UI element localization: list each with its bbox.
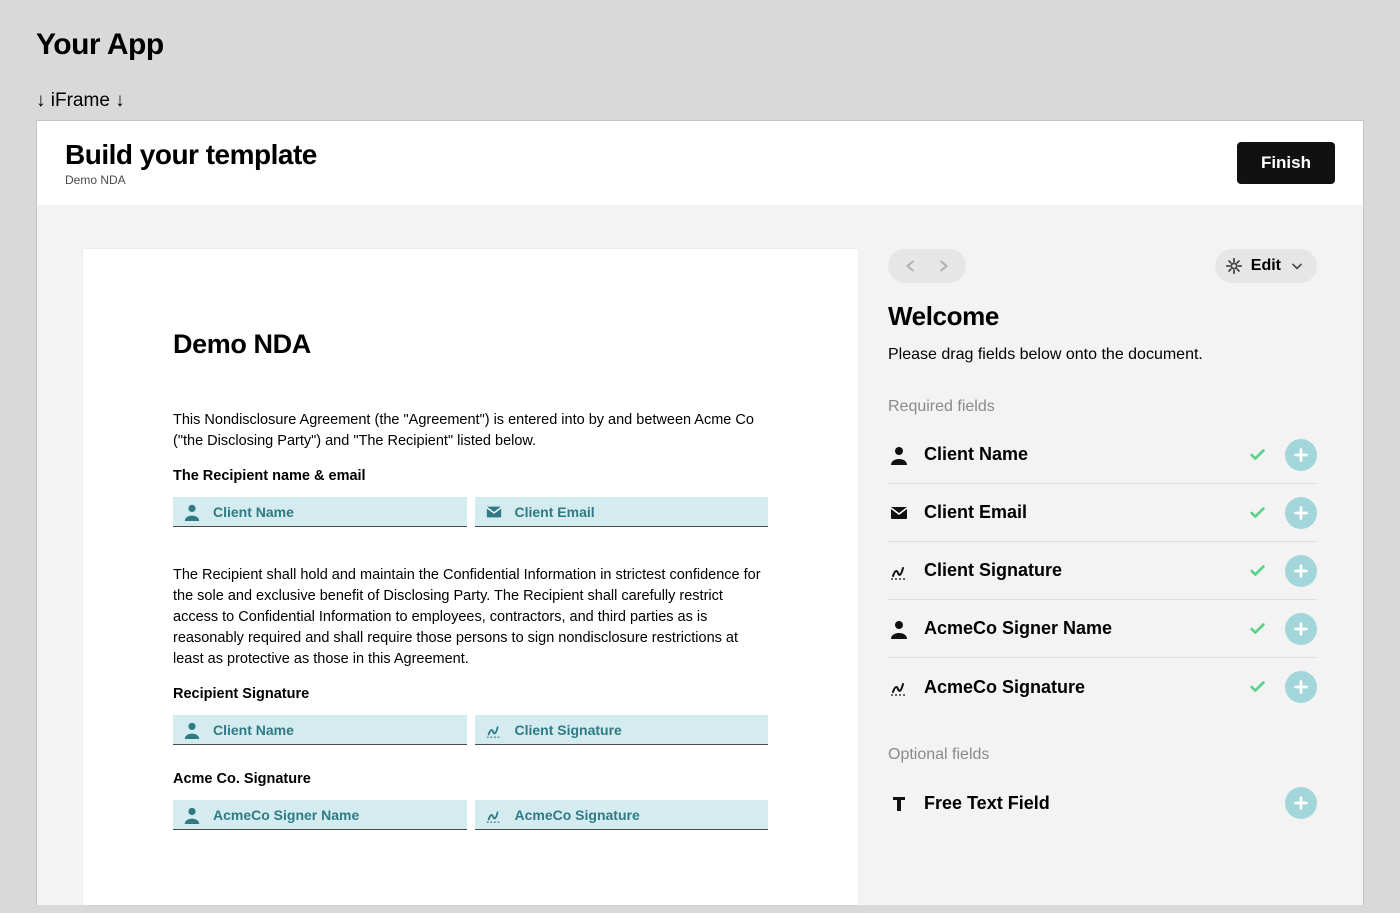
mail-icon xyxy=(485,503,503,521)
field-client-email[interactable]: Client Email xyxy=(475,497,769,527)
page-title: Build your template xyxy=(65,139,317,171)
field-item[interactable]: Client Name xyxy=(888,426,1317,484)
add-field-button[interactable] xyxy=(1285,555,1317,587)
person-icon xyxy=(183,721,201,739)
recipient-signature-label: Recipient Signature xyxy=(173,684,768,705)
field-name: AcmeCo Signer Name xyxy=(924,618,1235,639)
field-label: AcmeCo Signer Name xyxy=(213,807,359,823)
person-icon xyxy=(183,503,201,521)
field-name: Free Text Field xyxy=(924,793,1271,814)
person-icon xyxy=(183,806,201,824)
field-acme-signature[interactable]: AcmeCo Signature xyxy=(475,800,769,830)
person-icon xyxy=(888,445,910,465)
signature-icon xyxy=(888,561,910,581)
optional-fields-label: Optional fields xyxy=(888,746,1317,764)
recipient-label: The Recipient name & email xyxy=(173,466,768,487)
field-label: Client Name xyxy=(213,722,294,738)
acme-signature-label: Acme Co. Signature xyxy=(173,769,768,790)
undo-button[interactable] xyxy=(902,257,920,275)
optional-fields-list: Free Text Field xyxy=(888,774,1317,832)
field-client-name[interactable]: Client Name xyxy=(173,497,467,527)
check-icon xyxy=(1249,620,1267,638)
field-acme-name[interactable]: AcmeCo Signer Name xyxy=(173,800,467,830)
iframe-container: Build your template Demo NDA Finish Demo… xyxy=(36,120,1364,905)
field-name: Client Name xyxy=(924,444,1235,465)
add-field-button[interactable] xyxy=(1285,497,1317,529)
add-field-button[interactable] xyxy=(1285,671,1317,703)
iframe-label: ↓ iFrame ↓ xyxy=(36,90,1364,112)
chevron-down-icon xyxy=(1289,258,1305,274)
document-preview[interactable]: Demo NDA This Nondisclosure Agreement (t… xyxy=(83,249,858,905)
add-field-button[interactable] xyxy=(1285,439,1317,471)
person-icon xyxy=(888,619,910,639)
check-icon xyxy=(1249,504,1267,522)
signature-icon xyxy=(485,806,503,824)
sidebar-title: Welcome xyxy=(888,301,1317,332)
add-field-button[interactable] xyxy=(1285,787,1317,819)
undo-redo-group xyxy=(888,249,966,283)
document-intro: This Nondisclosure Agreement (the "Agree… xyxy=(173,410,768,452)
required-fields-list: Client Name Client Email Client Signature A… xyxy=(888,426,1317,716)
signature-icon xyxy=(888,677,910,697)
sidebar: Edit Welcome Please drag fields below on… xyxy=(888,249,1317,905)
field-item[interactable]: AcmeCo Signature xyxy=(888,658,1317,716)
workspace: Demo NDA This Nondisclosure Agreement (t… xyxy=(37,205,1363,905)
check-icon xyxy=(1249,678,1267,696)
text-icon xyxy=(888,793,910,813)
field-label: Client Signature xyxy=(515,722,622,738)
edit-dropdown[interactable]: Edit xyxy=(1215,249,1317,283)
check-icon xyxy=(1249,562,1267,580)
check-icon xyxy=(1249,446,1267,464)
mail-icon xyxy=(888,503,910,523)
page-subtitle: Demo NDA xyxy=(65,173,317,187)
field-client-signature[interactable]: Client Signature xyxy=(475,715,769,745)
add-field-button[interactable] xyxy=(1285,613,1317,645)
field-recipient-name-sig[interactable]: Client Name xyxy=(173,715,467,745)
sidebar-instruction: Please drag fields below onto the docume… xyxy=(888,346,1317,364)
field-item[interactable]: Client Email xyxy=(888,484,1317,542)
document-title: Demo NDA xyxy=(173,329,768,360)
field-label: Client Email xyxy=(515,504,595,520)
field-name: Client Email xyxy=(924,502,1235,523)
redo-button[interactable] xyxy=(934,257,952,275)
field-item[interactable]: AcmeCo Signer Name xyxy=(888,600,1317,658)
field-item[interactable]: Client Signature xyxy=(888,542,1317,600)
app-title: Your App xyxy=(36,28,1364,62)
gear-icon xyxy=(1225,257,1243,275)
finish-button[interactable]: Finish xyxy=(1237,142,1335,184)
document-body: The Recipient shall hold and maintain th… xyxy=(173,565,768,670)
edit-label: Edit xyxy=(1251,257,1281,275)
field-label: AcmeCo Signature xyxy=(515,807,640,823)
field-label: Client Name xyxy=(213,504,294,520)
signature-icon xyxy=(485,721,503,739)
required-fields-label: Required fields xyxy=(888,398,1317,416)
field-name: Client Signature xyxy=(924,560,1235,581)
field-name: AcmeCo Signature xyxy=(924,677,1235,698)
topbar: Build your template Demo NDA Finish xyxy=(37,121,1363,205)
field-item[interactable]: Free Text Field xyxy=(888,774,1317,832)
